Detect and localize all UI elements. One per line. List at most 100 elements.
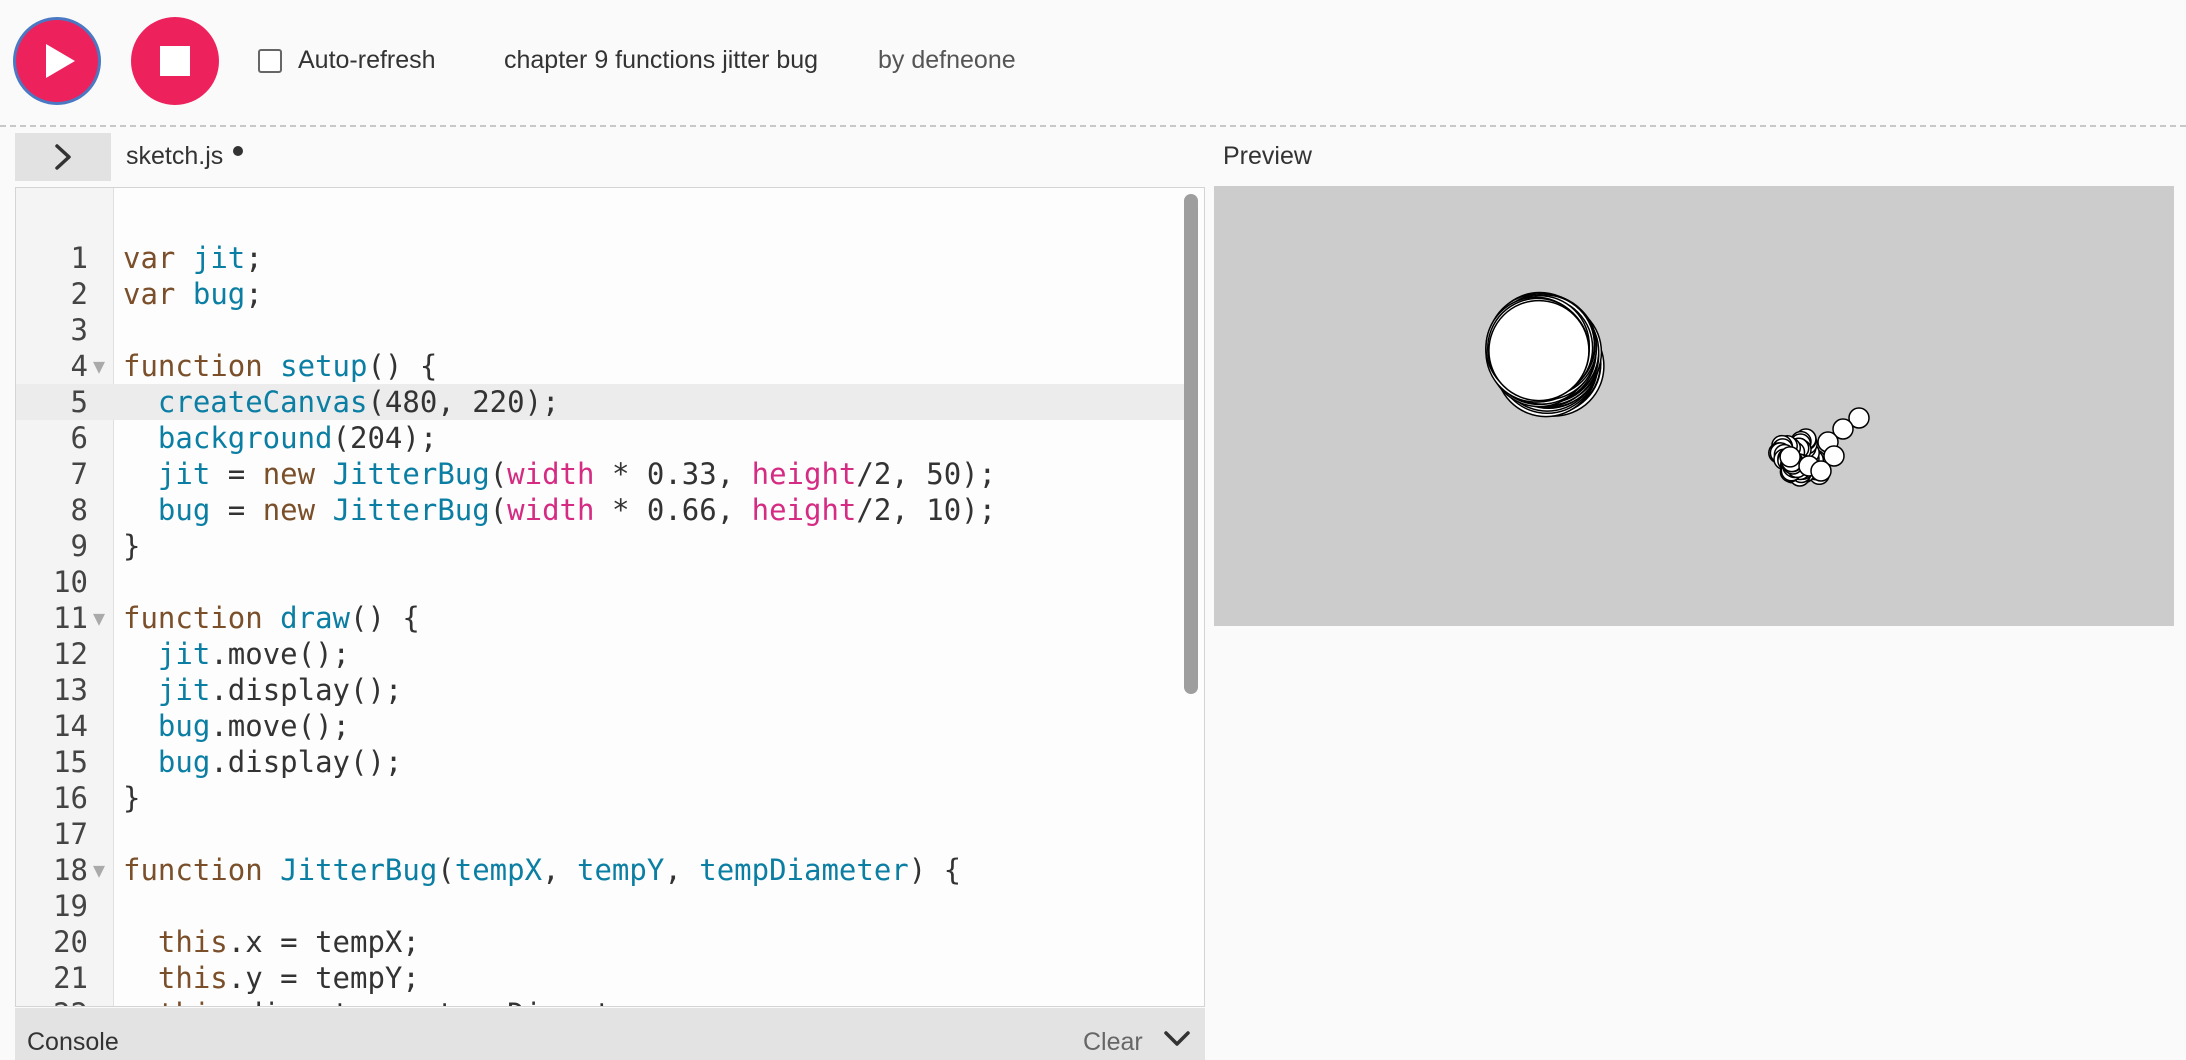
code-token: .move(); xyxy=(210,637,350,671)
code-token: ; xyxy=(245,277,263,311)
line-number: 15 xyxy=(53,745,88,779)
code-token: tempX xyxy=(454,853,543,887)
code-line[interactable]: 21 this.y = tempY; xyxy=(16,960,1186,996)
author-link[interactable]: by defneone xyxy=(878,46,1016,75)
stop-icon xyxy=(160,46,190,76)
file-tab-sketch-js[interactable]: sketch.js xyxy=(126,142,223,171)
code-text: var jit; xyxy=(123,240,263,276)
preview-label: Preview xyxy=(1223,142,1312,170)
line-number: 3 xyxy=(70,313,88,347)
preview-canvas[interactable] xyxy=(1214,186,2174,626)
code-line[interactable]: 10 xyxy=(16,564,1186,600)
code-line[interactable]: 19 xyxy=(16,888,1186,924)
console-clear-button[interactable]: Clear xyxy=(1083,1028,1143,1057)
code-text: jit.move(); xyxy=(123,636,350,672)
stop-button[interactable] xyxy=(131,17,219,105)
code-token: ) { xyxy=(908,853,962,887)
code-token: jit xyxy=(157,457,211,491)
chevron-down-icon[interactable] xyxy=(1163,1030,1191,1048)
code-line[interactable]: 5 createCanvas(480, 220); xyxy=(16,384,1186,420)
code-token: setup xyxy=(280,349,368,383)
jitter-circle xyxy=(1488,299,1590,402)
code-text: this.x = tempX; xyxy=(123,924,420,960)
code-token: () { xyxy=(367,349,438,383)
auto-refresh-checkbox[interactable] xyxy=(258,48,282,73)
code-text: } xyxy=(123,528,140,564)
code-token: ( xyxy=(489,457,508,491)
code-line[interactable]: 17 xyxy=(16,816,1186,852)
code-token: bug xyxy=(157,745,211,779)
expand-sidebar-button[interactable] xyxy=(15,133,111,181)
code-line[interactable]: 22 this.diameter = tempDiameter; xyxy=(16,996,1186,1006)
code-text: jit.display(); xyxy=(123,672,402,708)
code-token: , xyxy=(542,853,577,887)
code-token: bug xyxy=(157,493,211,527)
line-number: 6 xyxy=(70,421,88,455)
code-text: function draw() { xyxy=(123,600,420,636)
code-line[interactable]: 8 bug = new JitterBug(width * 0.66, heig… xyxy=(16,492,1186,528)
code-token: jit xyxy=(157,673,211,707)
line-number: 21 xyxy=(53,961,88,995)
toolbar-divider xyxy=(0,125,2186,127)
auto-refresh-toggle[interactable]: Auto-refresh xyxy=(258,46,436,75)
code-line[interactable]: 7 jit = new JitterBug(width * 0.33, heig… xyxy=(16,456,1186,492)
code-text: this.diameter = tempDiameter; xyxy=(123,996,664,1006)
code-line[interactable]: 15 bug.display(); xyxy=(16,744,1186,780)
code-line[interactable]: 14 bug.move(); xyxy=(16,708,1186,744)
line-number: 2 xyxy=(70,277,88,311)
code-token: tempY xyxy=(577,853,665,887)
line-number: 7 xyxy=(70,457,88,491)
code-line[interactable]: 11 ▼ function draw() { xyxy=(16,600,1186,636)
code-token: * 0.66, xyxy=(594,493,752,527)
code-editor[interactable]: 1 var jit; 2 var bug; 3 4 ▼ function setup() {5… xyxy=(15,187,1205,1007)
code-token: draw xyxy=(280,601,350,635)
code-token: this xyxy=(157,961,228,995)
line-number: 19 xyxy=(53,889,88,923)
code-text: function setup() { xyxy=(123,348,437,384)
code-text: this.y = tempY; xyxy=(123,960,420,996)
code-line[interactable]: 16} xyxy=(16,780,1186,816)
code-line[interactable]: 3 xyxy=(16,312,1186,348)
code-line[interactable]: 9} xyxy=(16,528,1186,564)
editor-scrollbar[interactable] xyxy=(1184,194,1198,694)
code-line[interactable]: 18 ▼ function JitterBug(tempX, tempY, temp… xyxy=(16,852,1186,888)
code-token: } xyxy=(123,781,141,815)
sketch-name[interactable]: chapter 9 functions jitter bug xyxy=(504,46,818,75)
code-line[interactable]: 4 ▼ function setup() { xyxy=(16,348,1186,384)
code-token: function xyxy=(123,349,263,383)
fold-arrow-icon[interactable]: ▼ xyxy=(93,852,105,888)
fold-arrow-icon[interactable]: ▼ xyxy=(93,348,105,384)
code-token: var xyxy=(123,241,176,275)
code-line[interactable]: 6 background(204); xyxy=(16,420,1186,456)
code-token: * 0.33, xyxy=(594,457,752,491)
line-number: 20 xyxy=(53,925,88,959)
code-line[interactable]: 1 var jit; xyxy=(16,240,1186,276)
unsaved-indicator xyxy=(233,146,243,156)
code-token: /2, 10); xyxy=(856,493,997,527)
fold-arrow-icon[interactable]: ▼ xyxy=(93,600,105,636)
code-lines[interactable]: 1 var jit; 2 var bug; 3 4 ▼ function setup() {5… xyxy=(16,240,1186,1006)
line-number: 9 xyxy=(70,529,88,563)
code-token: height xyxy=(751,457,857,491)
play-button[interactable] xyxy=(13,17,101,105)
code-line[interactable]: 2 var bug; xyxy=(16,276,1186,312)
play-icon xyxy=(45,44,75,78)
code-token: (480, 220); xyxy=(367,385,560,419)
code-line[interactable]: 20 this.x = tempX; xyxy=(16,924,1186,960)
line-number: 18 xyxy=(53,853,88,887)
code-token: this xyxy=(157,925,228,959)
code-line[interactable]: 13 jit.display(); xyxy=(16,672,1186,708)
code-token: .move(); xyxy=(210,709,350,743)
code-token: JitterBug xyxy=(332,493,490,527)
line-number: 11 xyxy=(53,601,88,635)
code-line[interactable]: 12 jit.move(); xyxy=(16,636,1186,672)
